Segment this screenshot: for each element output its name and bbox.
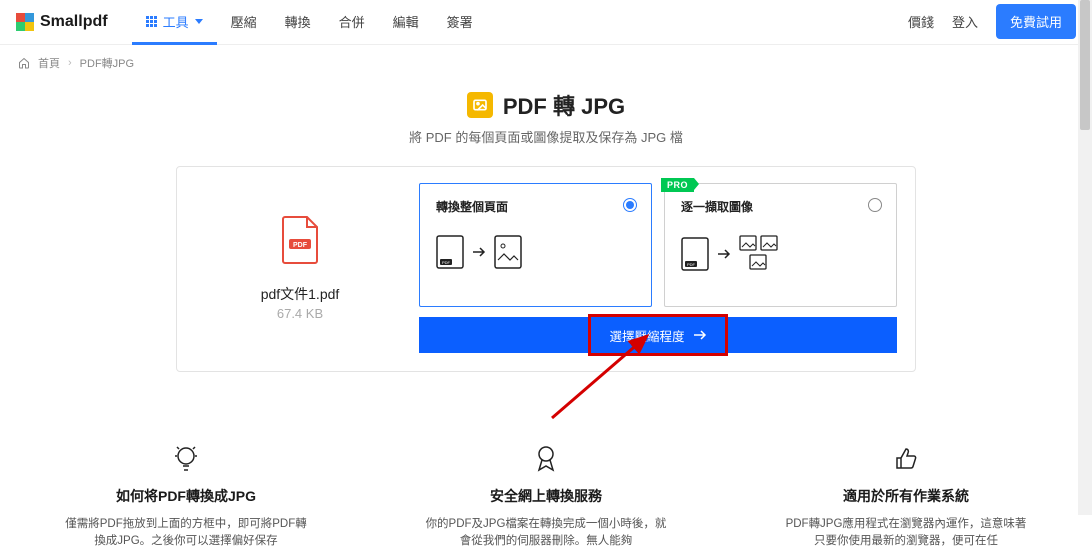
home-icon: [18, 57, 30, 69]
extract-images-illustration: PDF: [681, 235, 880, 273]
nav-edit[interactable]: 編輯: [379, 0, 433, 44]
svg-text:PDF: PDF: [442, 260, 451, 265]
feature-desc: 僅需將PDF拖放到上面的方框中，即可將PDF轉換成JPG。之後你可以選擇偏好保存: [61, 516, 311, 551]
radio-extract-images[interactable]: [868, 198, 882, 212]
nav-items: 工具 壓縮 轉換 合併 編輯 簽署: [132, 0, 487, 45]
nav-convert[interactable]: 轉換: [271, 0, 325, 44]
scrollbar-thumb[interactable]: [1080, 0, 1090, 130]
nav-compress[interactable]: 壓縮: [217, 0, 271, 44]
file-name: pdf文件1.pdf: [261, 284, 340, 304]
grid-icon: [146, 16, 157, 27]
file-preview: PDF pdf文件1.pdf 67.4 KB: [195, 183, 405, 353]
main-row: PDF pdf文件1.pdf 67.4 KB 轉換整個頁面 PDF: [195, 183, 897, 353]
options-column: 轉換整個頁面 PDF PRO 逐一擷取圖像 PDF: [419, 183, 897, 353]
option-convert-pages[interactable]: 轉換整個頁面 PDF: [419, 183, 652, 307]
option-extract-images[interactable]: PRO 逐一擷取圖像 PDF: [664, 183, 897, 307]
option-convert-pages-label: 轉換整個頁面: [436, 198, 635, 215]
image-icon: [467, 92, 493, 118]
nav-right: 價錢 登入 免費試用: [908, 4, 1076, 39]
logo-icon: [16, 13, 34, 31]
arrow-right-icon: [693, 329, 707, 341]
file-size: 67.4 KB: [277, 306, 323, 321]
feature-title: 如何将PDF轉換成JPG: [61, 486, 311, 506]
choose-compression-button[interactable]: 選擇壓縮程度: [419, 317, 897, 353]
pro-badge: PRO: [661, 178, 694, 192]
main-card: PDF pdf文件1.pdf 67.4 KB 轉換整個頁面 PDF: [176, 166, 916, 372]
options-row: 轉換整個頁面 PDF PRO 逐一擷取圖像 PDF: [419, 183, 897, 307]
try-free-button[interactable]: 免費試用: [996, 4, 1076, 39]
feature-secure: 安全網上轉換服務 你的PDF及JPG檔案在轉換完成一個小時後，就會從我們的伺服器…: [421, 442, 671, 551]
breadcrumb-current: PDF轉JPG: [80, 55, 134, 71]
choose-button-label: 選擇壓縮程度: [609, 326, 684, 345]
arrow-right-icon: [717, 248, 731, 260]
convert-pages-illustration: PDF: [436, 235, 635, 269]
chevron-down-icon: [195, 19, 203, 24]
feature-title: 安全網上轉換服務: [421, 486, 671, 506]
hero: PDF 轉 JPG 將 PDF 的每個頁面或圖像提取及保存為 JPG 檔: [0, 89, 1092, 146]
page-title: PDF 轉 JPG: [503, 89, 625, 121]
thumbs-up-icon: [781, 442, 1031, 476]
svg-text:PDF: PDF: [687, 262, 696, 267]
nav-tools-label: 工具: [163, 12, 189, 31]
arrow-right-icon: [472, 246, 486, 258]
nav-tools[interactable]: 工具: [132, 1, 217, 45]
nav-sign[interactable]: 簽署: [433, 0, 487, 44]
scrollbar[interactable]: [1078, 0, 1092, 515]
option-extract-images-label: 逐一擷取圖像: [681, 198, 880, 215]
brand-name: Smallpdf: [40, 13, 108, 31]
nav-login[interactable]: 登入: [952, 12, 978, 31]
feature-os: 適用於所有作業系統 PDF轉JPG應用程式在瀏覽器內運作，這意味著只要你使用最新…: [781, 442, 1031, 551]
feature-desc: PDF轉JPG應用程式在瀏覽器內運作，這意味著只要你使用最新的瀏覽器，便可在任: [781, 516, 1031, 551]
page-title-wrap: PDF 轉 JPG: [467, 89, 625, 121]
feature-title: 適用於所有作業系統: [781, 486, 1031, 506]
feature-howto: 如何将PDF轉換成JPG 僅需將PDF拖放到上面的方框中，即可將PDF轉換成JP…: [61, 442, 311, 551]
breadcrumb: 首頁 › PDF轉JPG: [0, 44, 1092, 81]
badge-icon: [421, 442, 671, 476]
feature-desc: 你的PDF及JPG檔案在轉換完成一個小時後，就會從我們的伺服器刪除。無人能夠: [421, 516, 671, 551]
page-subtitle: 將 PDF 的每個頁面或圖像提取及保存為 JPG 檔: [0, 127, 1092, 146]
features-row: 如何将PDF轉換成JPG 僅需將PDF拖放到上面的方框中，即可將PDF轉換成JP…: [0, 442, 1092, 551]
pdf-file-icon: PDF: [279, 215, 321, 270]
radio-convert-pages[interactable]: [623, 198, 637, 212]
top-nav: Smallpdf 工具 壓縮 轉換 合併 編輯 簽署 價錢 登入 免費試用: [0, 0, 1092, 44]
breadcrumb-home[interactable]: 首頁: [38, 55, 60, 71]
brand-logo[interactable]: Smallpdf: [16, 13, 108, 31]
nav-pricing[interactable]: 價錢: [908, 12, 934, 31]
breadcrumb-separator: ›: [68, 57, 72, 69]
svg-text:PDF: PDF: [293, 242, 308, 249]
lightbulb-icon: [61, 442, 311, 476]
nav-merge[interactable]: 合併: [325, 0, 379, 44]
